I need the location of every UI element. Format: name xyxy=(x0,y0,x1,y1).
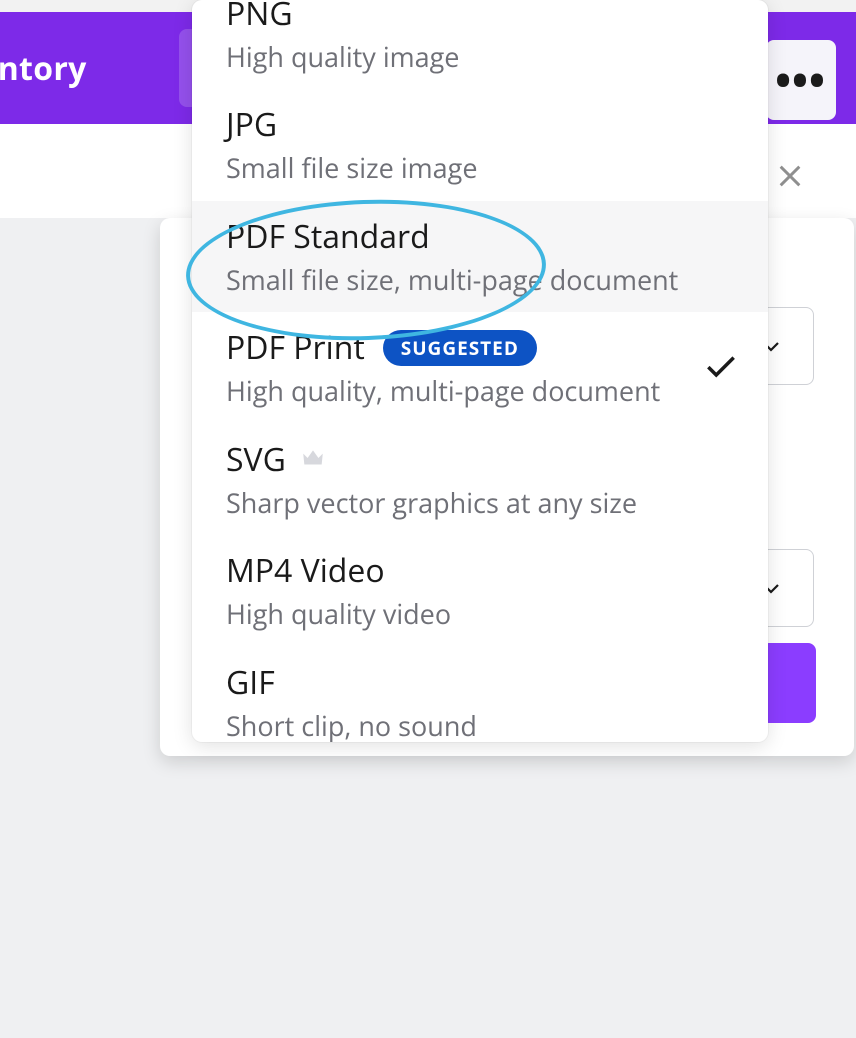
option-title-text: PDF Print xyxy=(226,326,365,369)
close-button[interactable] xyxy=(764,150,816,202)
option-jpg[interactable]: JPG Small file size image xyxy=(192,89,768,200)
option-png[interactable]: PNG High quality image xyxy=(192,0,768,89)
option-desc: Small file size image xyxy=(226,150,734,186)
option-desc: Small file size, multi-page document xyxy=(226,262,734,298)
nav-item-inventory[interactable]: ventory xyxy=(0,47,87,90)
option-pdf-print[interactable]: PDF Print SUGGESTED High quality, multi-… xyxy=(192,312,768,423)
option-title: SVG xyxy=(226,438,734,481)
download-button[interactable] xyxy=(761,643,816,723)
more-icon: ••• xyxy=(776,71,827,90)
option-desc: Short clip, no sound xyxy=(226,708,734,742)
suggested-badge: SUGGESTED xyxy=(383,330,537,366)
close-icon xyxy=(776,162,804,190)
option-desc: High quality image xyxy=(226,39,734,75)
option-title: PDF Print SUGGESTED xyxy=(226,326,734,369)
crown-icon xyxy=(300,438,326,481)
option-title: GIF xyxy=(226,661,734,704)
option-gif[interactable]: GIF Short clip, no sound xyxy=(192,647,768,742)
option-desc: High quality video xyxy=(226,596,734,632)
option-desc: High quality, multi-page document xyxy=(226,373,734,409)
option-title: MP4 Video xyxy=(226,549,734,592)
more-button[interactable]: ••• xyxy=(766,40,836,120)
option-svg[interactable]: SVG Sharp vector graphics at any size xyxy=(192,424,768,535)
option-pdf-standard[interactable]: PDF Standard Small file size, multi-page… xyxy=(192,201,768,312)
option-desc: Sharp vector graphics at any size xyxy=(226,485,734,521)
option-title-text: SVG xyxy=(226,438,286,481)
check-icon xyxy=(702,347,740,390)
option-mp4[interactable]: MP4 Video High quality video xyxy=(192,535,768,646)
option-title: PDF Standard xyxy=(226,215,734,258)
option-title: JPG xyxy=(226,103,734,146)
file-type-options-popover: PNG High quality image JPG Small file si… xyxy=(192,0,768,742)
option-title: PNG xyxy=(226,0,734,35)
